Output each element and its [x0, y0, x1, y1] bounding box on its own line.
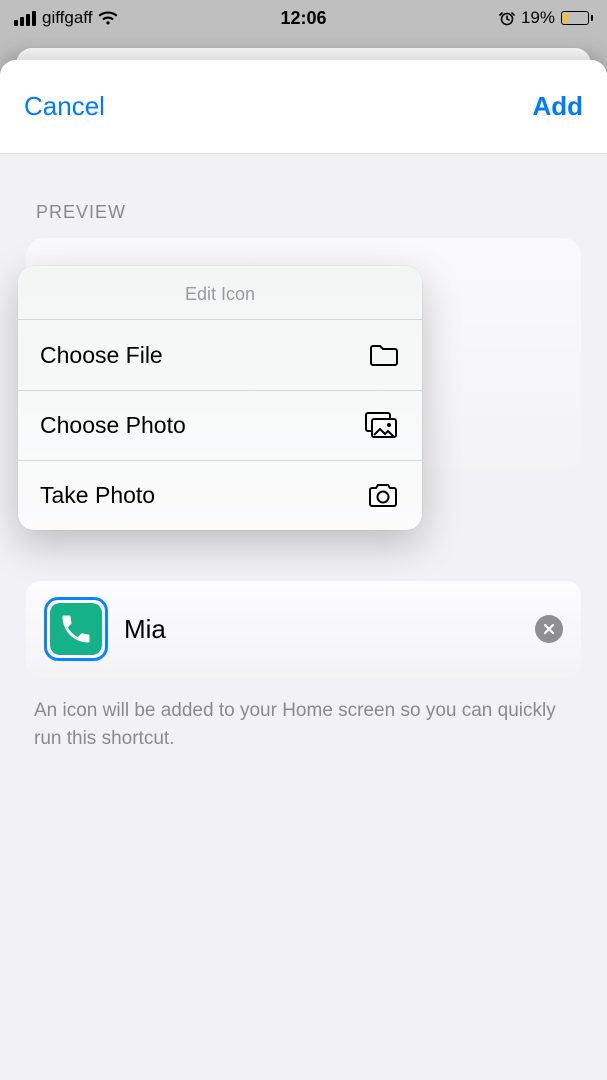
cellular-signal-icon — [14, 11, 36, 26]
close-icon — [542, 622, 556, 636]
camera-icon — [366, 482, 400, 510]
menu-item-label: Choose File — [40, 342, 163, 369]
menu-item-choose-photo[interactable]: Choose Photo — [18, 390, 422, 460]
alarm-icon — [499, 10, 515, 26]
wifi-icon — [98, 11, 118, 26]
screen: giffgaff 12:06 19% Cancel Add PREVIEW — [0, 0, 607, 1080]
preview-section-label: PREVIEW — [36, 202, 581, 223]
name-card: Mia — [26, 581, 581, 677]
add-button[interactable]: Add — [532, 91, 583, 122]
clear-name-button[interactable] — [535, 615, 563, 643]
add-to-home-sheet: Cancel Add PREVIEW — [0, 60, 607, 1080]
battery-percent: 19% — [521, 8, 555, 28]
gallery-icon — [364, 411, 400, 441]
menu-item-label: Take Photo — [40, 482, 155, 509]
phone-icon — [58, 611, 94, 647]
carrier-label: giffgaff — [42, 8, 92, 28]
menu-item-label: Choose Photo — [40, 412, 186, 439]
sheet-header: Cancel Add — [0, 60, 607, 154]
footer-note: An icon will be added to your Home scree… — [34, 697, 573, 752]
folder-icon — [368, 342, 400, 368]
shortcut-name-input[interactable]: Mia — [124, 614, 519, 645]
menu-title: Edit Icon — [18, 266, 422, 319]
edit-icon-menu: Edit Icon Choose File Choose Photo Take … — [18, 266, 422, 530]
cancel-button[interactable]: Cancel — [24, 91, 105, 122]
battery-icon — [561, 11, 593, 25]
status-bar: giffgaff 12:06 19% — [0, 0, 607, 36]
menu-item-choose-file[interactable]: Choose File — [18, 320, 422, 390]
shortcut-icon-button[interactable] — [44, 597, 108, 661]
menu-item-take-photo[interactable]: Take Photo — [18, 460, 422, 530]
